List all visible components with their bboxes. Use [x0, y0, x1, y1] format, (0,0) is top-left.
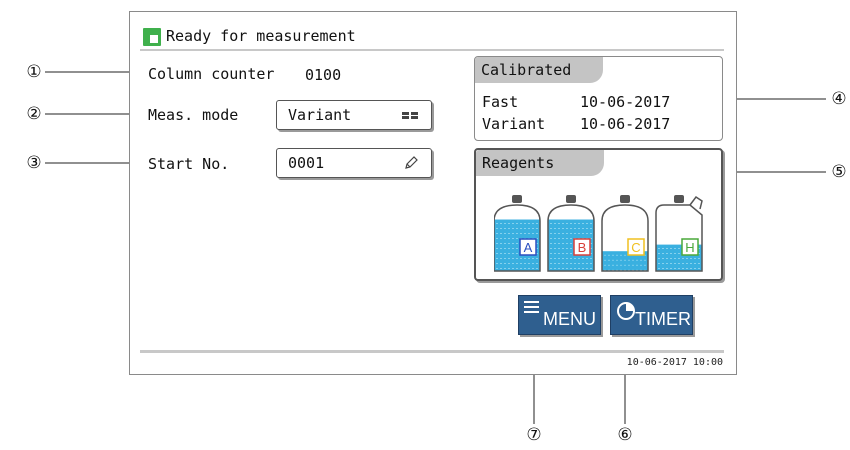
clock-icon — [617, 302, 635, 320]
reagent-bottle-c: C — [601, 195, 649, 272]
reagents-panel[interactable]: Reagents A B C H — [474, 148, 723, 281]
calibrated-row-date: 10-06-2017 — [580, 93, 671, 111]
ready-status-icon — [143, 28, 161, 46]
hamburger-icon — [524, 301, 539, 316]
reagent-bottles: ABCH — [494, 195, 703, 272]
start-no-field[interactable]: 0001 — [276, 148, 432, 178]
start-no-value: 0001 — [288, 154, 325, 172]
datetime: 10-06-2017 10:00 — [626, 357, 723, 368]
header-divider — [140, 49, 724, 51]
callout-3: ③ — [26, 153, 42, 173]
reagents-title: Reagents — [476, 150, 604, 176]
calibrated-row-name: Variant — [482, 115, 546, 133]
column-counter-value: 0100 — [305, 66, 342, 84]
callout-1: ① — [26, 62, 42, 82]
meas-mode-label: Meas. mode — [148, 106, 239, 124]
device-screen: Ready for measurement Column counter 010… — [129, 11, 737, 375]
callout-5: ⑤ — [831, 162, 847, 182]
timer-button[interactable]: TIMER — [610, 295, 693, 335]
meas-mode-select[interactable]: Variant — [276, 100, 432, 130]
reagent-bottle-a: A — [494, 195, 541, 272]
calibrated-row-date: 10-06-2017 — [580, 115, 671, 133]
callout-7: ⑦ — [526, 425, 542, 445]
reagent-letter: A — [524, 240, 533, 255]
timer-button-label: TIMER — [635, 309, 691, 329]
callout-2: ② — [26, 104, 42, 124]
footer-divider — [140, 350, 724, 353]
calibrated-row: Fast 10-06-2017 — [482, 93, 670, 111]
calibrated-panel: Calibrated Fast 10-06-2017 Variant 10-06… — [474, 56, 723, 141]
calibrated-row-name: Fast — [482, 93, 519, 111]
status-text: Ready for measurement — [166, 27, 356, 45]
column-counter-label: Column counter — [148, 65, 275, 83]
calibrated-title: Calibrated — [475, 57, 603, 83]
reagent-letter: H — [685, 240, 694, 255]
start-no-label: Start No. — [148, 155, 230, 173]
reagent-bottle-h: H — [655, 195, 703, 272]
menu-button-label: MENU — [543, 309, 596, 329]
pencil-icon — [405, 156, 418, 169]
reagent-letter: B — [578, 240, 587, 255]
reagent-letter: C — [631, 240, 640, 255]
reagent-bottle-b: B — [547, 195, 595, 272]
callout-4: ④ — [831, 89, 847, 109]
callout-6: ⑥ — [617, 425, 633, 445]
menu-button[interactable]: MENU — [518, 295, 601, 335]
calibrated-row: Variant 10-06-2017 — [482, 115, 670, 133]
grid-icon — [402, 112, 418, 119]
meas-mode-value: Variant — [288, 106, 352, 124]
